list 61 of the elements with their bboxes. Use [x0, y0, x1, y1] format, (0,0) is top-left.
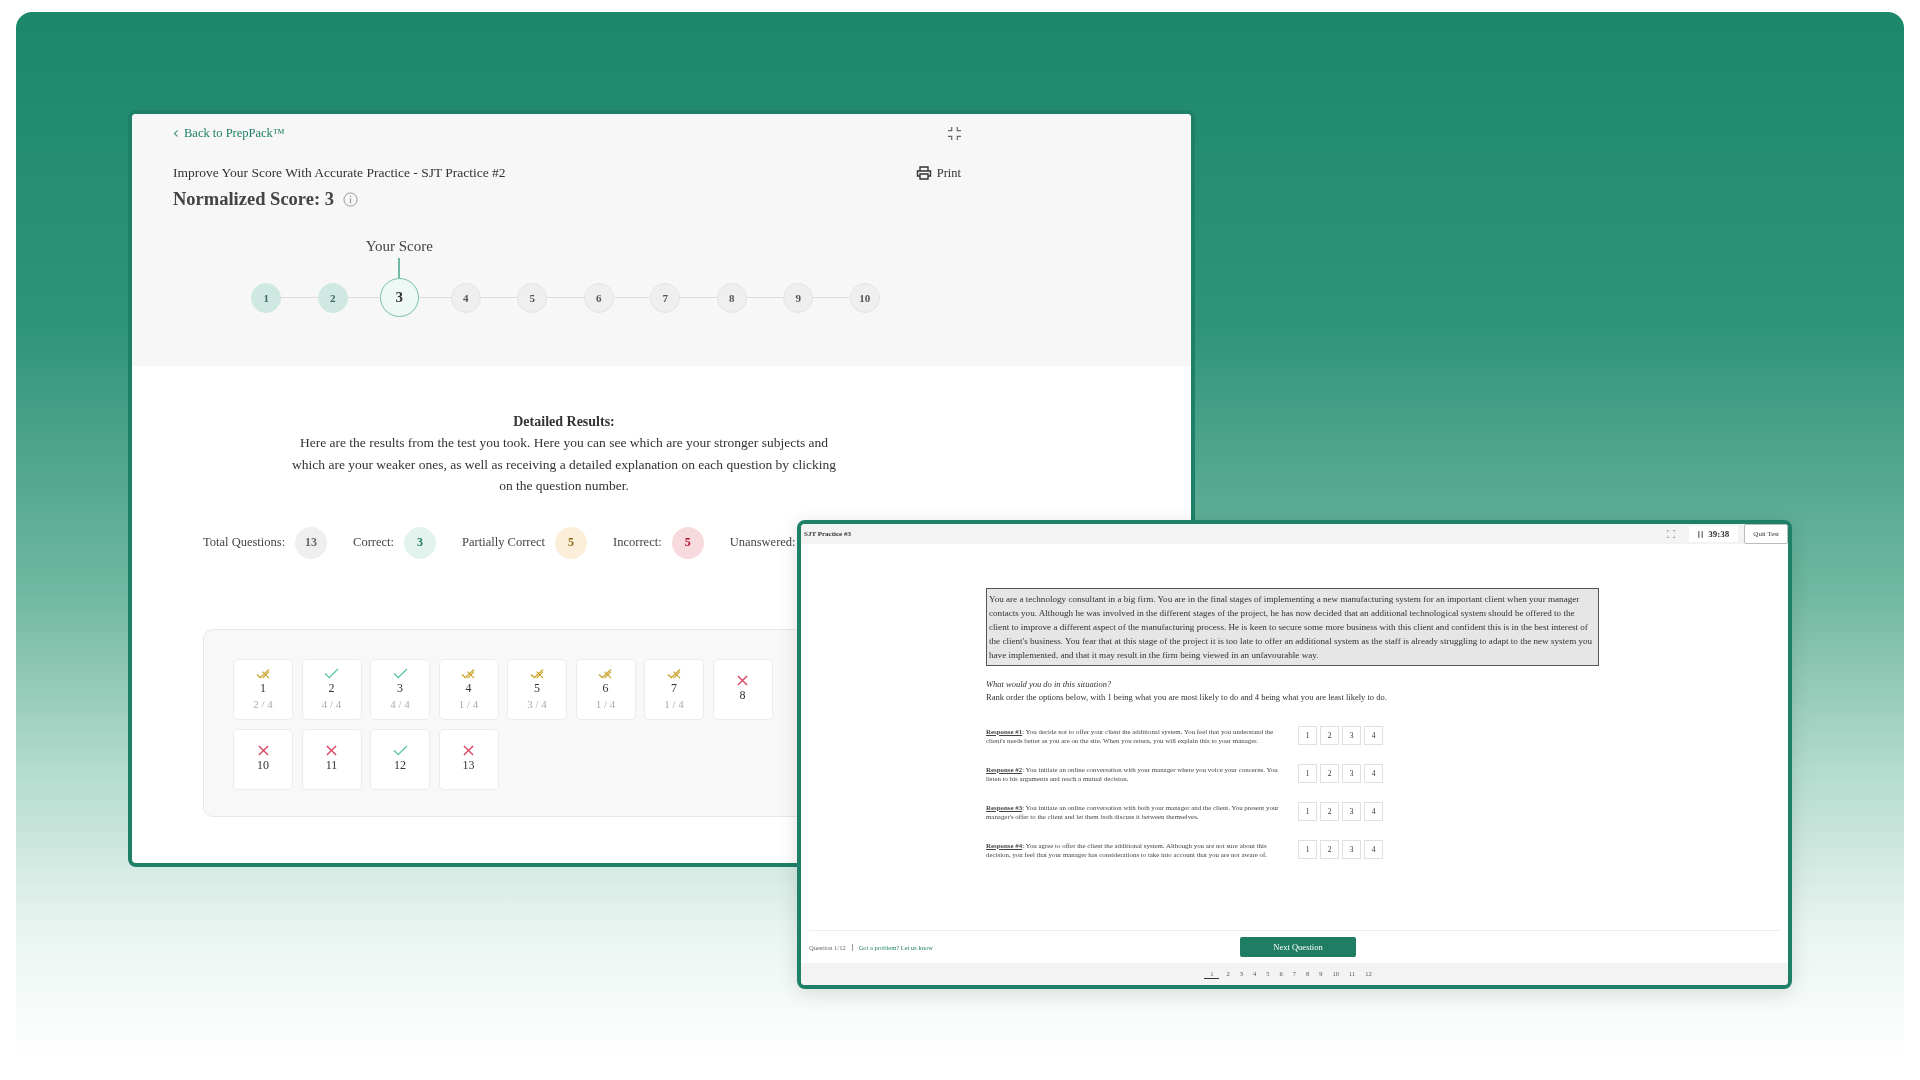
your-score-label: Your Score [365, 238, 433, 255]
question-result[interactable]: 4 1 / 4 [438, 658, 499, 720]
question-result[interactable]: 7 1 / 4 [644, 658, 704, 720]
timer: 39:38 [1708, 529, 1730, 539]
question-result[interactable]: 8 [712, 658, 773, 720]
question-result[interactable]: 11 [301, 728, 362, 790]
detailed-results-text: Here are the results from the test you took. Here you can see which are your stronger subjects and which are your weaker ones, as well as receiving a detailed explanation on each question by clicking on the question number. [291, 434, 837, 495]
score-step: 8 [716, 283, 747, 313]
score-step: 1 [251, 283, 282, 313]
pause-icon[interactable] [1698, 530, 1704, 538]
scenario-text: You are a technology consultant in a big firm. You are in the final stages of implementing a new manufacturing system for an important client when your manager contacts you. Although he was involved in the different stages of the project, he has now decided that an additional technological system should be offered to the client to improve a different aspect of the manufacturing process. He is keen to secure some more business with this client and confident this is in the best interest of the client's business. You fear that at this stage of the project it is too late to offer an additional system as the staff is already struggling to adapt to the new system you have implemented, and that it may result in the firm being viewed in an unfavourable way. [986, 588, 1599, 666]
normalized-score: Normalized Score: 3 [173, 189, 334, 210]
cross-icon [257, 745, 269, 756]
question-result[interactable]: 12 [370, 728, 430, 790]
count-badge: 13 [295, 526, 328, 559]
question-result[interactable]: 13 [438, 728, 499, 790]
stat-label: Incorrect: [613, 535, 662, 550]
score-step: 9 [783, 283, 814, 313]
score-step: 5 [517, 283, 548, 313]
question-result[interactable]: 2 4 / 4 [301, 658, 362, 720]
score-step: 7 [650, 283, 681, 313]
check-icon [324, 668, 339, 679]
cross-icon [326, 745, 337, 756]
chevron-left-icon [173, 129, 179, 138]
check-cross-icon [529, 668, 545, 679]
score-step: 6 [583, 283, 614, 313]
check-icon [392, 668, 408, 679]
count-badge: 3 [404, 526, 437, 559]
stat-label: Partially Correct [462, 535, 546, 550]
question-result[interactable]: 1 2 / 4 [233, 658, 293, 720]
fullscreen-icon[interactable] [1667, 530, 1676, 538]
score-step: 4 [450, 283, 481, 313]
count-badge: 5 [671, 526, 704, 559]
detailed-results-heading: Detailed Results: [512, 414, 616, 430]
check-icon [392, 745, 408, 756]
collapse-icon[interactable] [948, 127, 961, 140]
stat-label: Unanswered: [729, 535, 796, 550]
score-step: 3 [379, 278, 419, 317]
stat-label: Correct: [353, 535, 395, 550]
question-result[interactable]: 6 1 / 4 [575, 658, 636, 720]
question-result[interactable]: 3 4 / 4 [370, 658, 430, 720]
check-cross-icon [598, 668, 613, 679]
count-badge: 5 [555, 526, 588, 559]
check-cross-icon [255, 668, 271, 679]
question-result[interactable]: 10 [233, 728, 293, 790]
info-icon[interactable] [343, 192, 358, 207]
cross-icon [737, 675, 748, 686]
check-cross-icon [666, 668, 682, 679]
score-step: 10 [849, 283, 880, 313]
stat-label: Total Questions: [203, 535, 286, 550]
question-result[interactable]: 5 3 / 4 [507, 658, 567, 720]
instruction-text: Rank order the options below, with 1 being what you are most likely to do and 4 being what you are least likely to do. [986, 692, 1388, 702]
cross-icon [463, 745, 474, 756]
question-prompt: What would you do in this situation? [986, 679, 1113, 689]
test-title: Improve Your Score With Accurate Practice - SJT Practice #2 [173, 165, 506, 181]
back-link[interactable]: Back to PrepPack™ [173, 126, 286, 141]
print-button[interactable]: Print [915, 165, 961, 181]
score-step: 2 [317, 283, 348, 313]
next-question-button[interactable]: Next Question [1240, 937, 1356, 957]
check-cross-icon [461, 668, 476, 679]
printer-icon [915, 166, 932, 180]
